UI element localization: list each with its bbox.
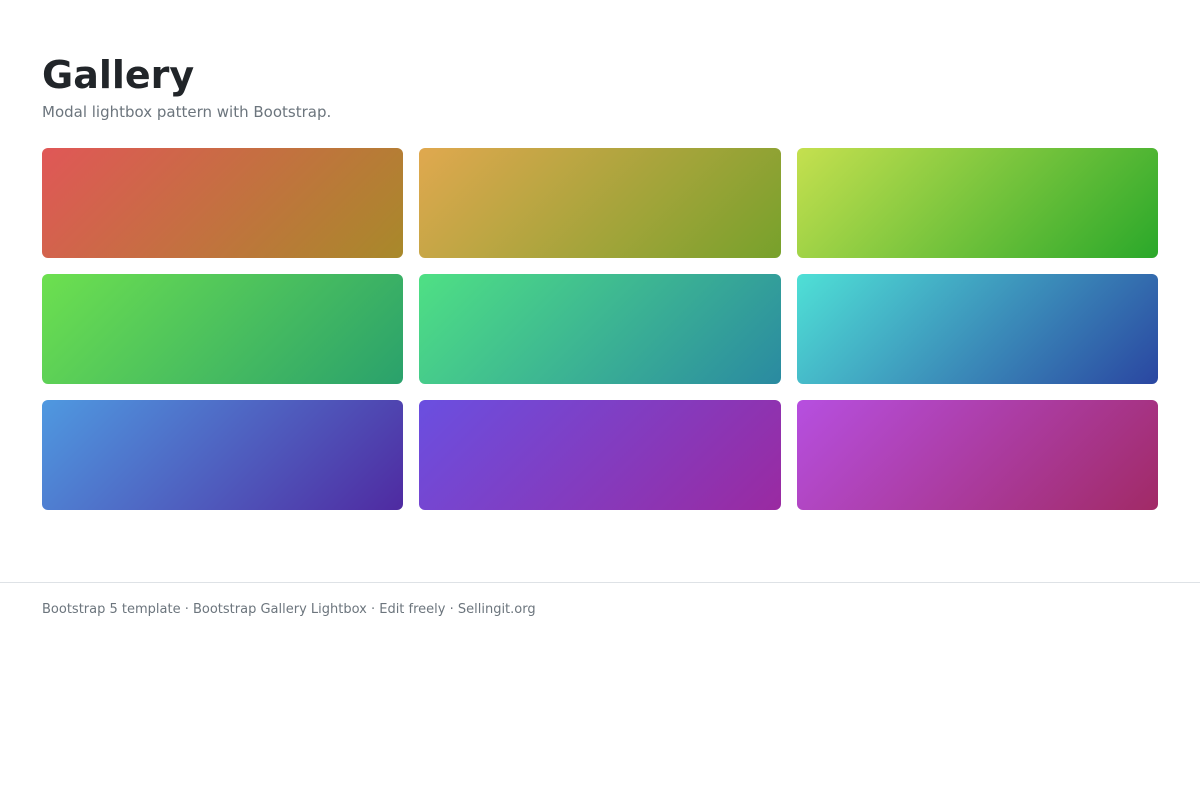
gallery-thumbnail-2[interactable] bbox=[419, 148, 781, 258]
gallery-thumbnail-3[interactable] bbox=[797, 148, 1158, 258]
page-title: Gallery bbox=[42, 53, 195, 97]
gallery-thumbnail-7[interactable] bbox=[42, 400, 403, 510]
gallery-thumbnail-9[interactable] bbox=[797, 400, 1158, 510]
gallery-thumbnail-1[interactable] bbox=[42, 148, 403, 258]
gallery-thumbnail-4[interactable] bbox=[42, 274, 403, 384]
page-subtitle: Modal lightbox pattern with Bootstrap. bbox=[42, 103, 332, 121]
gallery-thumbnail-8[interactable] bbox=[419, 400, 781, 510]
footer-text: Bootstrap 5 template · Bootstrap Gallery… bbox=[42, 602, 536, 617]
gallery-thumbnail-6[interactable] bbox=[797, 274, 1158, 384]
gallery-thumbnail-5[interactable] bbox=[419, 274, 781, 384]
footer-divider bbox=[0, 582, 1200, 583]
gallery-grid bbox=[42, 148, 1158, 510]
